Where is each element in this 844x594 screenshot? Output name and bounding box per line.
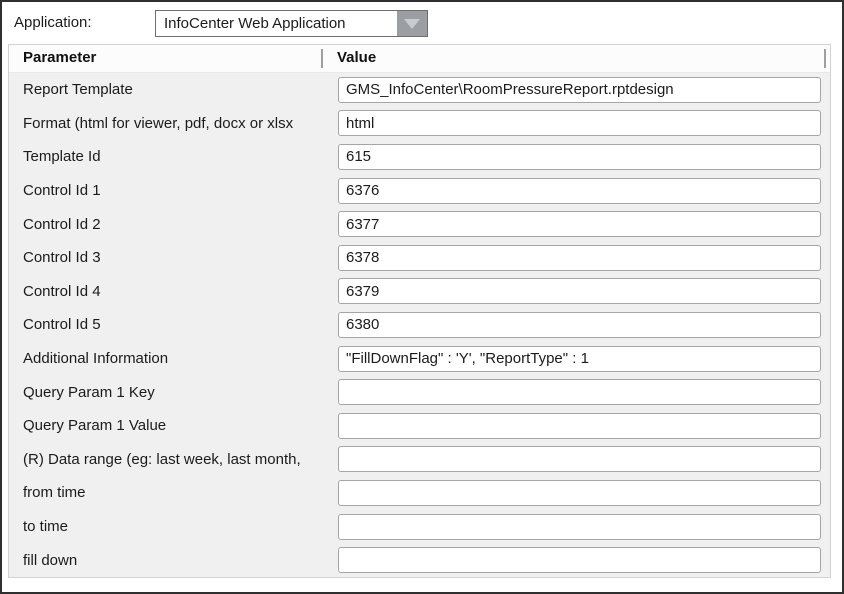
table-row: Query Param 1 Value: [9, 409, 830, 443]
table-row: Control Id 4: [9, 275, 830, 309]
parameter-name-label: Template Id: [23, 148, 101, 166]
parameter-name-label: from time: [23, 484, 86, 502]
parameter-value-input[interactable]: [338, 513, 821, 540]
parameter-value-input[interactable]: [338, 479, 821, 506]
parameter-table-body: Report Template Format (html for viewer,…: [9, 73, 830, 577]
table-row: Additional Information: [9, 342, 830, 376]
parameter-value-input[interactable]: [338, 110, 821, 137]
parameter-value-input[interactable]: [338, 446, 821, 473]
parameter-name-label: Control Id 5: [23, 316, 101, 334]
parameter-value-column-divider[interactable]: [321, 49, 323, 68]
parameter-name-label: Control Id 2: [23, 215, 101, 233]
parameter-value-input[interactable]: [338, 211, 821, 238]
chevron-down-icon: [404, 18, 420, 29]
application-parameters-window: Application: InfoCenter Web Application …: [0, 0, 844, 594]
parameter-value-input[interactable]: [338, 379, 821, 406]
parameter-name-label: Query Param 1 Value: [23, 417, 167, 435]
parameter-name-label: Control Id 3: [23, 249, 101, 267]
table-row: Control Id 2: [9, 207, 830, 241]
parameter-value-input[interactable]: [338, 278, 821, 305]
table-row: fill down: [9, 543, 830, 577]
parameter-name-label: Additional Information: [23, 350, 169, 368]
table-row: (R) Data range (eg: last week, last mont…: [9, 443, 830, 477]
parameter-name-label: (R) Data range (eg: last week, last mont…: [23, 450, 301, 468]
parameter-name-label: Format (html for viewer, pdf, docx or xl…: [23, 114, 294, 132]
parameter-name-label: Control Id 1: [23, 182, 101, 200]
table-row: Template Id: [9, 140, 830, 174]
parameter-value-input[interactable]: [338, 244, 821, 271]
table-row: Control Id 5: [9, 308, 830, 342]
parameter-table: Parameter Value Report Template Format (…: [8, 44, 831, 578]
parameter-name-label: Query Param 1 Key: [23, 383, 155, 401]
table-row: to time: [9, 510, 830, 544]
table-row: Control Id 3: [9, 241, 830, 275]
value-column-header: Value: [337, 49, 377, 66]
application-label: Application:: [14, 14, 92, 31]
parameter-name-label: Report Template: [23, 81, 133, 99]
parameter-value-input[interactable]: [338, 412, 821, 439]
parameter-name-label: to time: [23, 518, 69, 536]
value-column-right-divider[interactable]: [824, 49, 826, 68]
parameter-name-label: fill down: [23, 551, 78, 569]
table-row: Query Param 1 Key: [9, 375, 830, 409]
parameter-value-input[interactable]: [338, 547, 821, 574]
table-row: from time: [9, 476, 830, 510]
parameter-value-input[interactable]: [338, 76, 821, 103]
parameter-value-input[interactable]: [338, 177, 821, 204]
parameter-value-input[interactable]: [338, 311, 821, 338]
parameter-column-header: Parameter: [23, 49, 97, 66]
parameter-value-input[interactable]: [338, 345, 821, 372]
application-dropdown[interactable]: InfoCenter Web Application: [155, 10, 428, 37]
parameter-table-header: Parameter Value: [9, 45, 830, 73]
application-dropdown-selected-value: InfoCenter Web Application: [164, 15, 346, 32]
parameter-value-input[interactable]: [338, 143, 821, 170]
table-row: Control Id 1: [9, 174, 830, 208]
table-row: Report Template: [9, 73, 830, 107]
parameter-name-label: Control Id 4: [23, 282, 101, 300]
table-row: Format (html for viewer, pdf, docx or xl…: [9, 107, 830, 141]
application-dropdown-button[interactable]: [397, 11, 427, 36]
